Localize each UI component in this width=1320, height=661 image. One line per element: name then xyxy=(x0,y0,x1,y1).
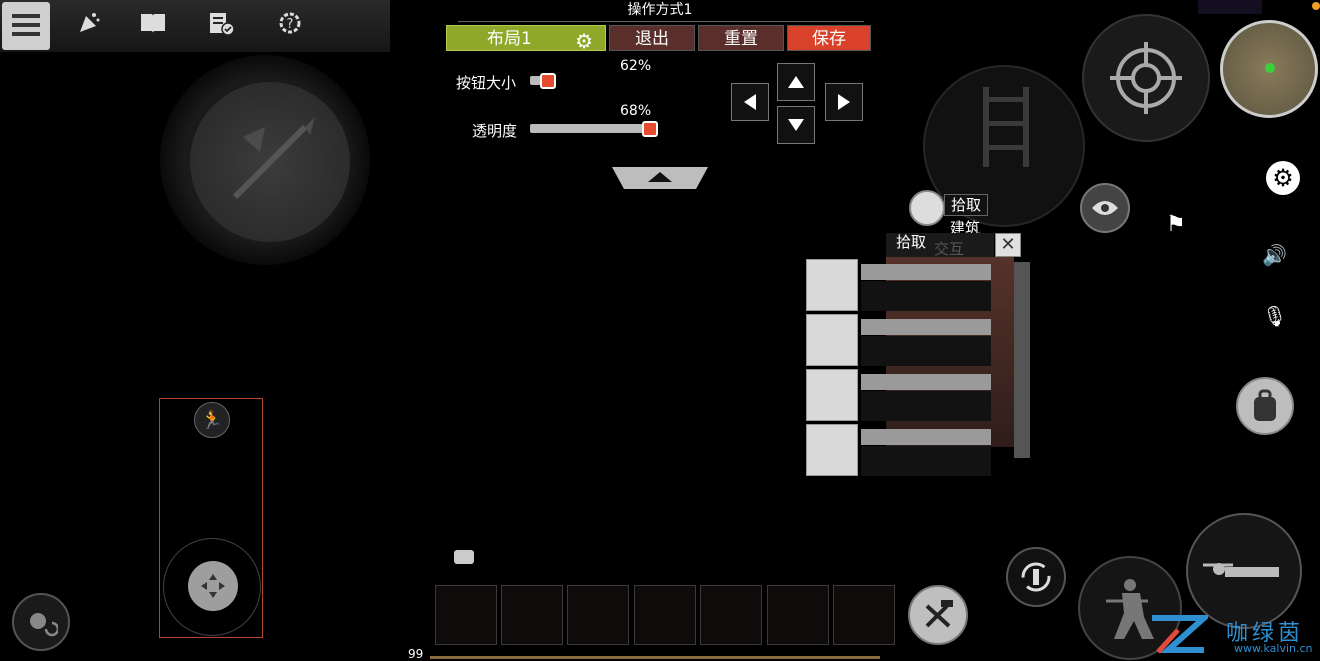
hotbar-slot[interactable] xyxy=(634,585,696,645)
move-arrows-icon xyxy=(201,574,225,598)
hotbar-slot[interactable] xyxy=(700,585,762,645)
hotbar-slot[interactable] xyxy=(567,585,629,645)
menu-button[interactable] xyxy=(2,2,50,50)
pickup-hand-icon[interactable] xyxy=(909,190,945,226)
gear-icon[interactable]: ⚙ xyxy=(575,28,593,54)
swap-stance-button[interactable] xyxy=(12,593,70,651)
player-marker-icon xyxy=(1265,63,1275,73)
move-down-button[interactable] xyxy=(777,106,815,144)
backpack-icon xyxy=(1254,389,1276,421)
hotbar-count: 99 xyxy=(408,647,424,661)
hammer-wrench-icon xyxy=(925,600,953,628)
gear-help-icon[interactable]: ? xyxy=(273,6,307,40)
book-icon[interactable] xyxy=(136,6,170,40)
pickup-button[interactable]: 拾取 xyxy=(944,194,988,216)
svg-text:?: ? xyxy=(287,17,294,32)
button-size-slider-handle[interactable] xyxy=(540,73,556,89)
opacity-percent: 68% xyxy=(620,103,652,119)
save-button[interactable]: 保存 xyxy=(787,25,871,51)
aim-button[interactable] xyxy=(1082,14,1210,142)
hotbar-slot[interactable] xyxy=(501,585,563,645)
view-toggle-button[interactable] xyxy=(1080,183,1130,233)
attack-button[interactable] xyxy=(190,82,350,242)
pickup-list-title: 拾取 xyxy=(896,233,927,251)
hotbar-slot[interactable] xyxy=(833,585,895,645)
reset-button[interactable]: 重置 xyxy=(698,25,784,51)
settings-gear-icon[interactable]: ⚙ xyxy=(1266,161,1300,195)
button-size-label: 按钮大小 xyxy=(456,74,517,92)
list-item[interactable] xyxy=(806,369,993,421)
build-tools-button[interactable] xyxy=(908,585,968,645)
interact-label: 交互 xyxy=(934,240,965,258)
panel-side-handles xyxy=(1014,262,1030,458)
task-list-icon[interactable] xyxy=(204,6,238,40)
layout-title: 操作方式1 xyxy=(627,2,693,18)
microphone-icon[interactable]: 🎙 xyxy=(1262,304,1287,328)
button-size-percent: 62% xyxy=(620,58,652,74)
watermark-url: www.kalvin.cn xyxy=(1234,642,1313,655)
speaker-icon[interactable]: 🔊 xyxy=(1262,243,1287,267)
axe-spear-icon xyxy=(232,117,315,200)
chat-icon[interactable] xyxy=(454,550,474,564)
hotbar-slot[interactable] xyxy=(435,585,497,645)
crosshair-icon xyxy=(1110,42,1182,114)
list-item[interactable] xyxy=(806,259,993,311)
move-up-button[interactable] xyxy=(777,63,815,101)
layout-tab-label: 布局1 xyxy=(487,29,532,49)
list-item[interactable] xyxy=(806,424,993,476)
move-right-button[interactable] xyxy=(825,83,863,121)
eye-icon xyxy=(1092,201,1118,215)
party-popper-icon[interactable] xyxy=(72,6,106,40)
notification-dot xyxy=(1312,2,1320,10)
exit-button[interactable]: 退出 xyxy=(609,25,695,51)
reload-ammo-icon xyxy=(1021,562,1051,592)
gorilla-swap-icon xyxy=(30,613,58,637)
minimap[interactable] xyxy=(1220,20,1318,118)
prone-soldier-icon xyxy=(1203,563,1279,577)
status-bar xyxy=(1198,0,1262,14)
opacity-slider-track[interactable] xyxy=(530,124,652,133)
reload-button[interactable] xyxy=(1006,547,1066,607)
opacity-slider-handle[interactable] xyxy=(642,121,658,137)
durability-bar xyxy=(430,656,880,659)
hotbar-slot[interactable] xyxy=(767,585,829,645)
move-left-button[interactable] xyxy=(731,83,769,121)
opacity-label: 透明度 xyxy=(472,122,518,140)
collapse-panel-button[interactable] xyxy=(612,167,708,189)
sprint-toggle[interactable]: 🏃 xyxy=(194,402,230,438)
running-man-icon: 🏃 xyxy=(200,409,224,431)
ladder-icon xyxy=(983,87,1029,167)
watermark-logo xyxy=(1148,612,1212,656)
close-icon[interactable]: ✕ xyxy=(995,233,1021,257)
list-item[interactable] xyxy=(806,314,993,366)
layout-tab[interactable]: 布局1 ⚙ xyxy=(446,25,606,54)
inventory-button[interactable] xyxy=(1236,377,1294,435)
top-toolbar xyxy=(0,0,390,52)
title-divider xyxy=(458,21,864,22)
joystick-thumb[interactable] xyxy=(188,561,238,611)
flag-icon[interactable]: ⚑ xyxy=(1166,212,1186,237)
